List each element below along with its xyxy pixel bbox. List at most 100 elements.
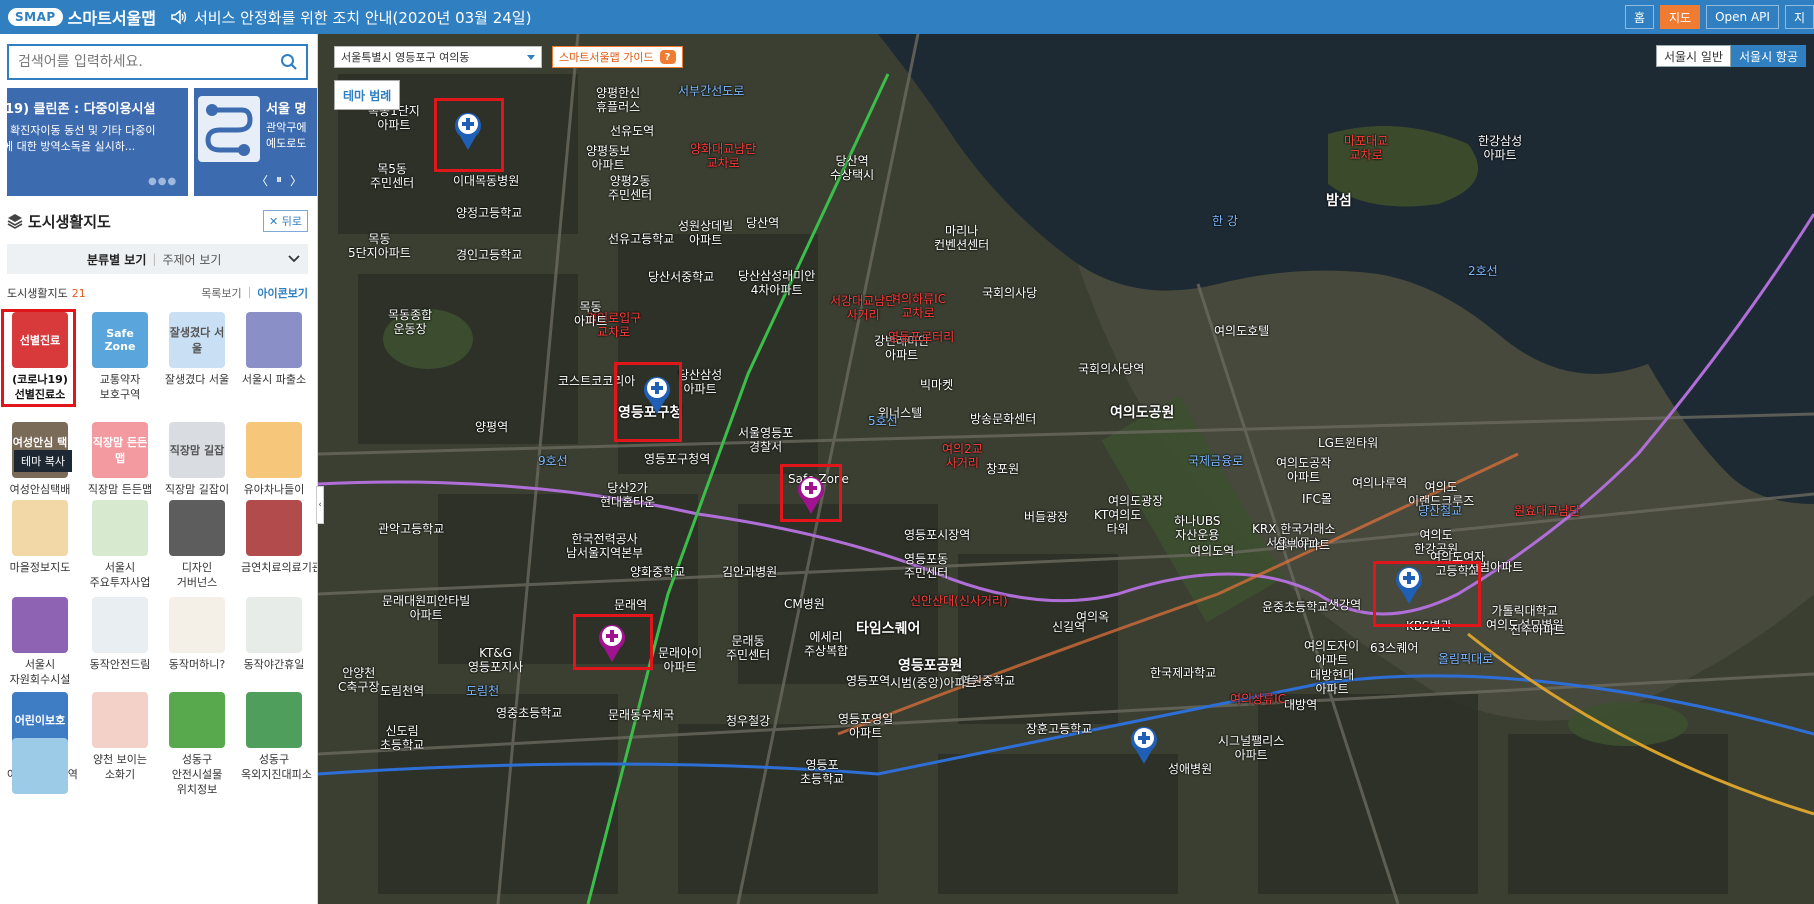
top-nav: 홈 지도 Open API 지 [1624, 0, 1814, 34]
map-label: 영등포로터리 [888, 330, 955, 344]
search-button[interactable] [272, 46, 306, 78]
theme-copy-tooltip[interactable]: 테마 복사 [14, 450, 72, 472]
theme-tile-label: 양천 보이는 소화기 [92, 753, 148, 781]
clinic-marker-icon[interactable] [1393, 564, 1425, 604]
tab-category[interactable]: 분류별 보기 [87, 251, 146, 268]
map-canvas[interactable]: 양평한신 휴플러스 선유도역 양평동보 아파트 목동1단지 아파트 목5동 주민센터 이대… [318, 34, 1814, 904]
banner-seoul[interactable]: 서울 명 관악구에 예도로도 〈 ⏸ 〉 [194, 88, 317, 196]
banner-line: 예도로도 [266, 137, 307, 150]
home-button[interactable]: 홈 [1624, 5, 1654, 29]
extra-icon [12, 738, 68, 794]
clinic-marker-icon[interactable] [1128, 724, 1160, 764]
theme-tile-label: 동작야간휴일 [243, 658, 305, 671]
clinic-marker-icon[interactable] [795, 474, 827, 514]
theme-tile-village-info[interactable]: 마을정보지도 [7, 500, 73, 575]
icon-view-link[interactable]: 아이콘보기 [257, 285, 308, 301]
theme-tile-yangcheon-extinguisher[interactable]: 양천 보이는 소화기 [87, 692, 153, 782]
open-api-button[interactable]: Open API [1706, 5, 1779, 29]
close-icon: ✕ [269, 215, 282, 228]
clinic-marker-icon[interactable] [596, 622, 628, 662]
theme-tile-extra[interactable] [7, 738, 73, 798]
theme-tile-safe-zone[interactable]: Safe Zone 교통약자 보호구역 [87, 312, 153, 402]
map-label: 마포대교 교차로 [1344, 134, 1389, 162]
theme-tile-working-mom-guide[interactable]: 직장맘 길잡 직장맘 길잡이 [164, 422, 230, 497]
map-label: 청우철강 [726, 714, 771, 728]
selection-highlight [1, 309, 76, 407]
theme-tile-seongdong-shelter[interactable]: 성동구 옥외지진대피소 [241, 692, 312, 782]
chevron-down-icon[interactable] [286, 250, 302, 266]
theme-tile-seongdong-safety[interactable]: 성동구 안전시설물 위치정보 [164, 692, 230, 797]
marker-highlight [1373, 561, 1481, 627]
sidebar-collapse-button[interactable]: ‹ [316, 486, 324, 524]
theme-tile-quit-smoking[interactable]: 금연치료의료기관 [241, 500, 318, 575]
back-button[interactable]: ✕ 뒤로 [263, 210, 308, 232]
theme-tile-working-mom[interactable]: 직장맘 든든맵 직장맘 든든맵 [87, 422, 153, 497]
clinic-marker-icon[interactable] [641, 374, 673, 414]
prev-icon[interactable]: 〈 [256, 172, 268, 189]
theme-tile-investment[interactable]: 서울시 주요투자사업 [87, 500, 153, 590]
dongjak-night-icon [246, 597, 302, 653]
map-label: 영등포영일 아파트 [838, 712, 894, 740]
carousel-controls: 〈 ⏸ 〉 [256, 172, 302, 189]
tab-topic[interactable]: 주제어 보기 [162, 251, 221, 268]
view-divider: | [247, 285, 252, 298]
next-icon[interactable]: 〉 [290, 172, 302, 189]
theme-tile-label: 금연치료의료기관 [241, 561, 318, 574]
map-label: 당산서중학교 [648, 270, 715, 284]
view-tabs: 분류별 보기 | 주제어 보기 [7, 244, 308, 274]
map-label: KT여의도 타워 [1094, 508, 1142, 536]
map-label: 영등포공원 [898, 658, 963, 674]
map-label: 도림천역 [380, 684, 425, 698]
count-badge: 21 [71, 286, 86, 300]
working-mom-icon: 직장맘 든든맵 [92, 422, 148, 478]
theme-tile-stroller[interactable]: 유아차나들이 [241, 422, 307, 497]
map-label: 신안산대(신사거리) [910, 594, 1008, 608]
map-label: 샛강역 [1328, 598, 1362, 612]
logo[interactable]: SMAP 스마트서울맵 [0, 5, 170, 29]
layers-icon [7, 214, 23, 229]
guide-button[interactable]: 스마트서울맵 가이드 ? [552, 46, 683, 68]
theme-tile-police-box[interactable]: 서울시 파출소 [241, 312, 307, 387]
theme-tile-dongjak-what[interactable]: 동작머하니? [164, 597, 230, 672]
pause-icon[interactable]: ⏸ [276, 172, 282, 189]
aerial-map-button[interactable]: 서울시 항공 [1730, 45, 1806, 67]
stroller-icon [246, 422, 302, 478]
map-label: 타임스퀘어 [856, 621, 921, 637]
theme-tile-label: 동작머하니? [168, 658, 226, 671]
map-button[interactable]: 지도 [1660, 5, 1701, 29]
general-map-button[interactable]: 서울시 일반 [1655, 45, 1731, 67]
theme-tile-dongjak-safety[interactable]: 동작안전드림 [87, 597, 153, 672]
clinic-marker-icon[interactable] [452, 110, 484, 150]
carousel-dots[interactable]: ●●● [148, 176, 177, 187]
banner-clean-zone[interactable]: 19) 클린존 : 다중이용시설 · 확진자이동 동선 및 기타 다중이 에 대… [7, 88, 188, 196]
map-label: 양평역 [475, 420, 509, 434]
map-label: 영등포구청역 [644, 452, 711, 466]
list-view-link[interactable]: 목록보기 [201, 285, 241, 301]
map-label: 문래대원피안타빌 아파트 [382, 594, 471, 622]
seongdong-safety-icon [169, 692, 225, 748]
theme-legend-button[interactable]: 테마 범례 [334, 80, 401, 110]
search-input[interactable] [9, 47, 272, 77]
map-label: 삼부아파트 [1275, 538, 1331, 552]
theme-tile-recycling[interactable]: 서울시 자원회수시설 [7, 597, 73, 687]
address-select[interactable]: 서울특별시 영등포구 여의동 [334, 46, 542, 68]
police-box-icon [246, 312, 302, 368]
map-label: 9호선 [538, 454, 568, 468]
speaker-icon [171, 9, 187, 25]
map-label: 이대목동병원 [453, 174, 520, 188]
map-label: 버들광장 [1024, 510, 1069, 524]
theme-tile-dongjak-night[interactable]: 동작야간휴일 [241, 597, 307, 672]
theme-tile-seoul-beauty[interactable]: 잘생겼다 서울 잘생겼다 서울 [164, 312, 230, 387]
dongjak-what-icon [169, 597, 225, 653]
design-governance-icon [169, 500, 225, 556]
map-label: 올림픽대로 [1438, 652, 1494, 666]
more-button[interactable]: 지 [1784, 5, 1814, 29]
map-label: LG트윈타워 [1318, 436, 1379, 450]
map-label: 한국전력공사 남서울지역본부 [566, 532, 644, 560]
village-info-icon [12, 500, 68, 556]
map-label: 문래동우체국 [608, 708, 675, 722]
theme-tile-design-governance[interactable]: 디자인 거버넌스 [164, 500, 230, 590]
app-title: 스마트서울맵 [67, 9, 156, 28]
map-label: 여의상류IC [1230, 692, 1287, 706]
notice-link[interactable]: 서비스 안정화를 위한 조치 안내(2020년 03월 24일) [194, 7, 531, 28]
